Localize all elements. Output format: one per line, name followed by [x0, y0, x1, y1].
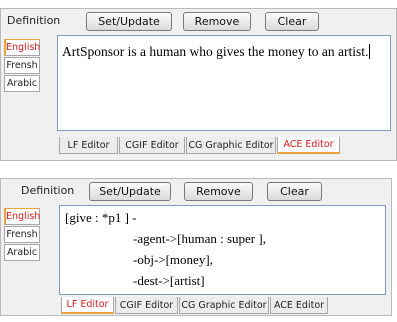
- cg-line-agent: -agent->[human : super ],: [133, 231, 266, 246]
- remove-button[interactable]: Remove: [184, 182, 253, 201]
- remove-button[interactable]: Remove: [183, 12, 251, 31]
- definition-label: Definition: [21, 184, 75, 197]
- cg-line-concept: [give : *p1 ] -: [65, 210, 137, 225]
- clear-button[interactable]: Clear: [265, 12, 319, 31]
- ace-editor-panel: Definition Set/Update Remove Clear Engli…: [0, 8, 397, 161]
- definition-toolbar: Definition Set/Update Remove Clear: [1, 182, 391, 202]
- definition-toolbar: Definition Set/Update Remove Clear: [1, 12, 396, 32]
- tab-ace-editor[interactable]: ACE Editor: [277, 137, 340, 154]
- language-tab-arabic[interactable]: Arabic: [4, 75, 40, 92]
- language-tab-frensh[interactable]: Frensh: [4, 57, 40, 74]
- editor-tabs: LF Editor CGIF Editor CG Graphic Editor …: [59, 137, 341, 154]
- tab-lf-editor[interactable]: LF Editor: [61, 297, 114, 314]
- definition-label: Definition: [7, 14, 61, 27]
- ace-text-area[interactable]: ArtSponsor is a human who gives the mone…: [57, 35, 391, 131]
- set-update-button[interactable]: Set/Update: [89, 182, 171, 201]
- cg-line-dest: -dest->[artist]: [133, 273, 205, 288]
- tab-cgif-editor[interactable]: CGIF Editor: [119, 137, 185, 154]
- text-caret: [369, 44, 371, 59]
- tab-lf-editor[interactable]: LF Editor: [59, 137, 118, 154]
- language-list: English Frensh Arabic: [4, 39, 40, 93]
- language-tab-english[interactable]: English: [4, 39, 40, 56]
- tab-cgif-editor[interactable]: CGIF Editor: [115, 297, 178, 314]
- clear-button[interactable]: Clear: [267, 182, 322, 201]
- tab-cg-graphic-editor[interactable]: CG Graphic Editor: [186, 137, 276, 154]
- editor-tabs: LF Editor CGIF Editor CG Graphic Editor …: [61, 297, 329, 314]
- set-update-button[interactable]: Set/Update: [86, 12, 172, 31]
- lf-editor-panel: Definition Set/Update Remove Clear Engli…: [0, 178, 392, 316]
- language-tab-english[interactable]: English: [4, 208, 40, 225]
- lf-text-area[interactable]: [give : *p1 ] - -agent->[human : super ]…: [59, 205, 386, 295]
- language-list: English Frensh Arabic: [4, 208, 40, 262]
- cg-line-obj: -obj->[money],: [133, 252, 213, 267]
- tab-ace-editor[interactable]: ACE Editor: [270, 297, 328, 314]
- language-tab-frensh[interactable]: Frensh: [4, 226, 40, 243]
- ace-sentence: ArtSponsor is a human who gives the mone…: [62, 44, 369, 59]
- language-tab-arabic[interactable]: Arabic: [4, 244, 40, 261]
- tab-cg-graphic-editor[interactable]: CG Graphic Editor: [179, 297, 269, 314]
